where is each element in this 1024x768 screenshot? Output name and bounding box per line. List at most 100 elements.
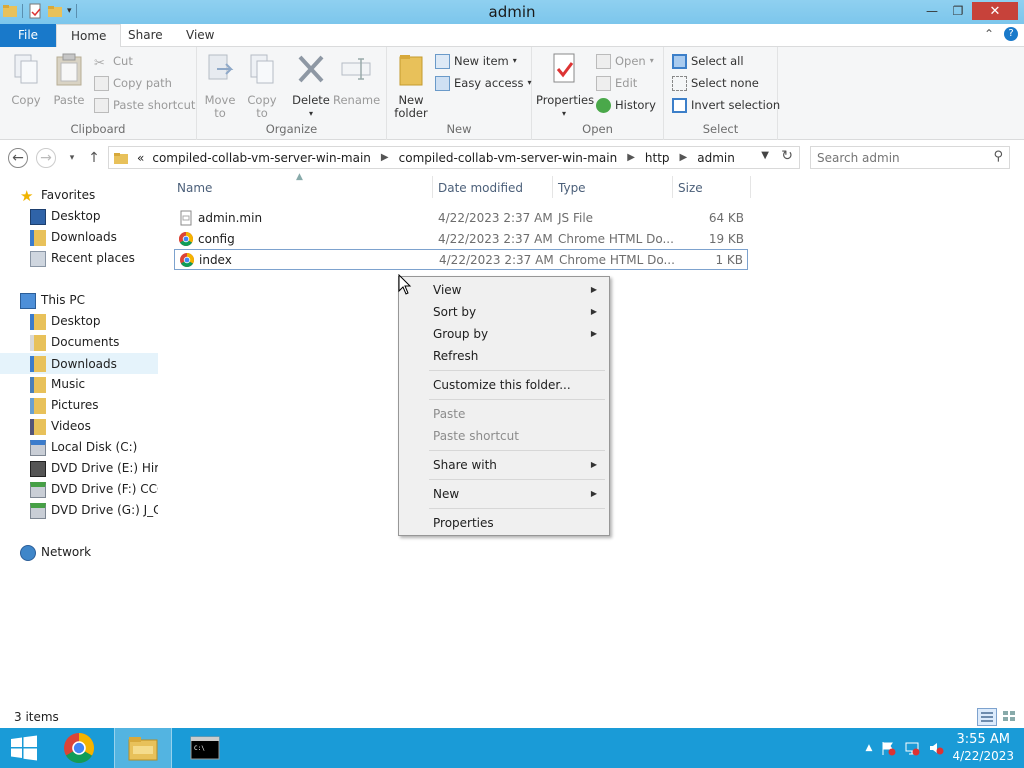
file-name: config <box>198 231 235 246</box>
address-history-button[interactable]: ▼ <box>761 150 769 161</box>
recent-locations-button[interactable]: ▾ <box>62 148 82 168</box>
start-button[interactable] <box>0 728 48 768</box>
chevron-right-icon[interactable]: ▶ <box>621 152 641 163</box>
menu-item-properties[interactable]: Properties <box>401 512 607 534</box>
column-divider[interactable] <box>432 176 433 198</box>
paste-shortcut-button[interactable]: Paste shortcut <box>94 95 195 115</box>
menu-item-new[interactable]: New ▶ <box>401 483 607 505</box>
file-row[interactable]: admin.min 4/22/2023 2:37 AM JS File 64 K… <box>174 207 748 228</box>
chevron-right-icon[interactable]: ▶ <box>375 152 395 163</box>
paste-button[interactable]: Paste <box>50 51 88 107</box>
column-header-size[interactable]: Size <box>678 176 748 202</box>
properties-dropdown-icon[interactable]: ▾ <box>536 107 592 120</box>
select-none-button[interactable]: Select none <box>672 73 759 93</box>
open-button[interactable]: Open ▾ <box>596 51 654 71</box>
column-divider[interactable] <box>750 176 751 198</box>
nav-fav-recent-places[interactable]: Recent places <box>0 248 158 269</box>
select-all-button[interactable]: Select all <box>672 51 744 71</box>
large-icons-view-button[interactable] <box>1000 708 1020 726</box>
breadcrumb-item[interactable]: admin <box>693 151 739 165</box>
menu-item-refresh[interactable]: Refresh <box>401 345 607 367</box>
menu-item-customize[interactable]: Customize this folder... <box>401 374 607 396</box>
nav-fav-downloads[interactable]: Downloads <box>0 227 158 248</box>
nav-pc-dvd-e[interactable]: DVD Drive (E:) Hiren <box>0 458 158 479</box>
search-input[interactable] <box>817 150 987 166</box>
delete-dropdown-icon[interactable]: ▾ <box>291 107 331 120</box>
rename-button[interactable]: Rename <box>333 51 380 107</box>
address-overflow[interactable]: « <box>133 151 148 165</box>
search-box[interactable]: ⚲ <box>810 146 1010 169</box>
move-to-button[interactable]: Move to <box>203 51 237 120</box>
refresh-icon[interactable]: ↻ <box>781 148 793 164</box>
chevron-right-icon[interactable]: ▶ <box>674 152 694 163</box>
nav-pc-desktop[interactable]: Desktop <box>0 311 158 332</box>
taskbar-file-explorer[interactable] <box>114 728 172 768</box>
column-divider[interactable] <box>552 176 553 198</box>
nav-pc-dvd-g[interactable]: DVD Drive (G:) J_CEN <box>0 500 158 521</box>
menu-item-share-with[interactable]: Share with ▶ <box>401 454 607 476</box>
copy-button[interactable]: Copy <box>6 51 46 107</box>
cut-button[interactable]: ✂ Cut <box>94 51 133 71</box>
nav-pc-documents[interactable]: Documents <box>0 332 158 353</box>
taskbar-command-prompt[interactable]: C:\ <box>176 728 234 768</box>
forward-button[interactable]: → <box>36 148 56 168</box>
nav-this-pc[interactable]: This PC <box>0 290 158 311</box>
column-header-date[interactable]: Date modified <box>438 176 550 202</box>
restore-button[interactable]: ❐ <box>946 2 970 20</box>
nav-pc-local-disk[interactable]: Local Disk (C:) <box>0 437 158 458</box>
invert-selection-button[interactable]: Invert selection <box>672 95 780 115</box>
select-all-label: Select all <box>691 54 744 68</box>
address-bar[interactable]: « compiled-collab-vm-server-win-main ▶ c… <box>108 146 800 169</box>
volume-muted-icon[interactable] <box>928 740 944 756</box>
column-header-type[interactable]: Type <box>558 176 668 202</box>
close-button[interactable]: ✕ <box>972 2 1018 20</box>
history-button[interactable]: History <box>596 95 656 115</box>
network-status-icon[interactable] <box>904 740 920 756</box>
delete-button[interactable]: Delete ▾ <box>291 51 331 120</box>
new-folder-button[interactable]: New folder <box>393 51 429 120</box>
show-hidden-icons-icon[interactable]: ▲ <box>866 743 873 753</box>
file-row[interactable]: config 4/22/2023 2:37 AM Chrome HTML Do.… <box>174 228 748 249</box>
tab-share[interactable]: Share <box>114 24 177 47</box>
copy-path-button[interactable]: Copy path <box>94 73 172 93</box>
search-icon[interactable]: ⚲ <box>993 149 1003 164</box>
menu-item-paste-shortcut[interactable]: Paste shortcut <box>401 425 607 447</box>
nav-fav-desktop[interactable]: Desktop <box>0 206 158 227</box>
breadcrumb-item[interactable]: http <box>641 151 674 165</box>
edit-button[interactable]: Edit <box>596 73 637 93</box>
taskbar-chrome[interactable] <box>50 728 108 768</box>
back-button[interactable]: ← <box>8 148 28 168</box>
copy-to-button[interactable]: Copy to <box>245 51 279 120</box>
up-button[interactable]: ↑ <box>84 148 104 168</box>
dropdown-arrow-icon: ▾ <box>527 78 532 87</box>
easy-access-button[interactable]: Easy access ▾ <box>435 73 532 93</box>
file-row[interactable]: index 4/22/2023 2:37 AM Chrome HTML Do..… <box>174 249 748 270</box>
menu-item-paste[interactable]: Paste <box>401 403 607 425</box>
properties-button[interactable]: Properties ▾ <box>536 51 594 120</box>
menu-item-sort-by[interactable]: Sort by ▶ <box>401 301 607 323</box>
nav-pc-dvd-f[interactable]: DVD Drive (F:) CCCC <box>0 479 158 500</box>
downloads-folder-icon <box>30 356 46 372</box>
breadcrumb-item[interactable]: compiled-collab-vm-server-win-main <box>148 151 375 165</box>
nav-pc-music[interactable]: Music <box>0 374 158 395</box>
expand-ribbon-icon[interactable]: ⌃ <box>984 27 994 41</box>
menu-item-view[interactable]: View ▶ <box>401 279 607 301</box>
column-header-name[interactable]: Name <box>177 176 427 202</box>
menu-item-group-by[interactable]: Group by ▶ <box>401 323 607 345</box>
action-center-flag-icon[interactable] <box>880 740 896 756</box>
column-divider[interactable] <box>672 176 673 198</box>
tab-view[interactable]: View <box>172 24 228 47</box>
new-item-button[interactable]: New item ▾ <box>435 51 517 71</box>
nav-pc-downloads[interactable]: Downloads <box>0 353 158 374</box>
clock[interactable]: 3:55 AM 4/22/2023 <box>952 732 1014 764</box>
nav-pc-videos[interactable]: Videos <box>0 416 158 437</box>
help-icon[interactable]: ? <box>1004 27 1018 41</box>
minimize-button[interactable]: — <box>920 2 944 20</box>
tab-file[interactable]: File <box>0 24 56 47</box>
tab-home[interactable]: Home <box>56 24 122 48</box>
details-view-button[interactable] <box>977 708 997 726</box>
nav-pc-pictures[interactable]: Pictures <box>0 395 158 416</box>
breadcrumb-item[interactable]: compiled-collab-vm-server-win-main <box>395 151 622 165</box>
nav-network[interactable]: Network <box>0 542 158 563</box>
nav-favorites[interactable]: ★ Favorites <box>0 185 158 206</box>
